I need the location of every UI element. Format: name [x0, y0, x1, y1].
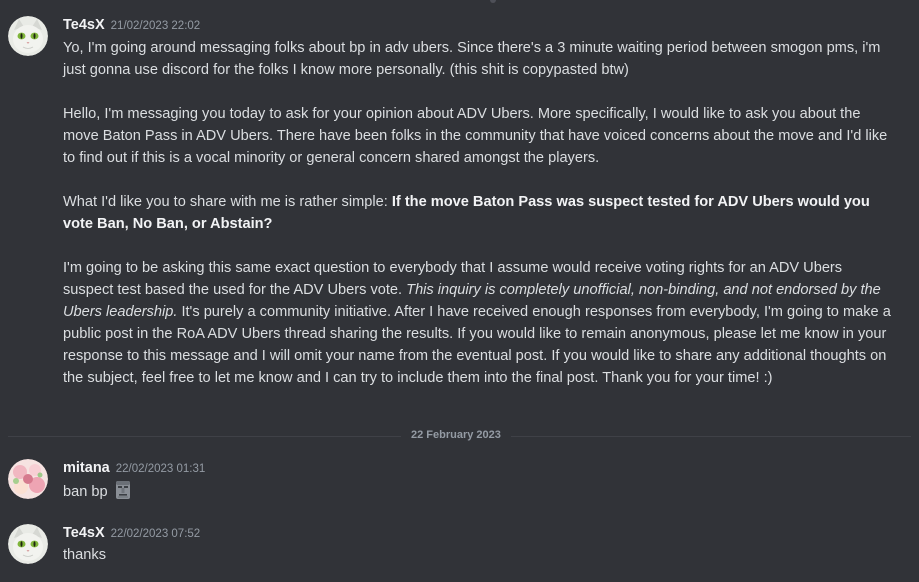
- timestamp[interactable]: 21/02/2023 22:02: [111, 20, 201, 32]
- scroll-indicator: [490, 0, 496, 3]
- message-text: ban bp: [63, 484, 108, 500]
- avatar[interactable]: [8, 459, 48, 499]
- username[interactable]: mitana: [63, 460, 110, 476]
- message-content: Yo, I'm going around messaging folks abo…: [63, 37, 893, 389]
- paragraph-4-rest: It's purely a community initiative. Afte…: [63, 304, 891, 386]
- timestamp[interactable]: 22/02/2023 01:31: [116, 463, 206, 475]
- date-divider: 22 February 2023: [401, 429, 511, 441]
- timestamp[interactable]: 22/02/2023 07:52: [111, 528, 201, 540]
- avatar[interactable]: [8, 16, 48, 56]
- paragraph-1: Yo, I'm going around messaging folks abo…: [63, 40, 881, 78]
- paragraph-3-text: What I'd like you to share with me is ra…: [63, 194, 392, 210]
- avatar[interactable]: [8, 524, 48, 564]
- message-content: thanks: [63, 544, 893, 566]
- username[interactable]: Te4sX: [63, 17, 105, 33]
- moai-icon[interactable]: [114, 480, 132, 500]
- paragraph-2: Hello, I'm messaging you today to ask fo…: [63, 106, 888, 166]
- message-content: ban bp: [63, 480, 893, 503]
- username[interactable]: Te4sX: [63, 525, 105, 541]
- message-text: thanks: [63, 547, 106, 563]
- paragraph-4: I'm going to be asking this same exact q…: [63, 257, 893, 389]
- paragraph-3: What I'd like you to share with me is ra…: [63, 191, 893, 235]
